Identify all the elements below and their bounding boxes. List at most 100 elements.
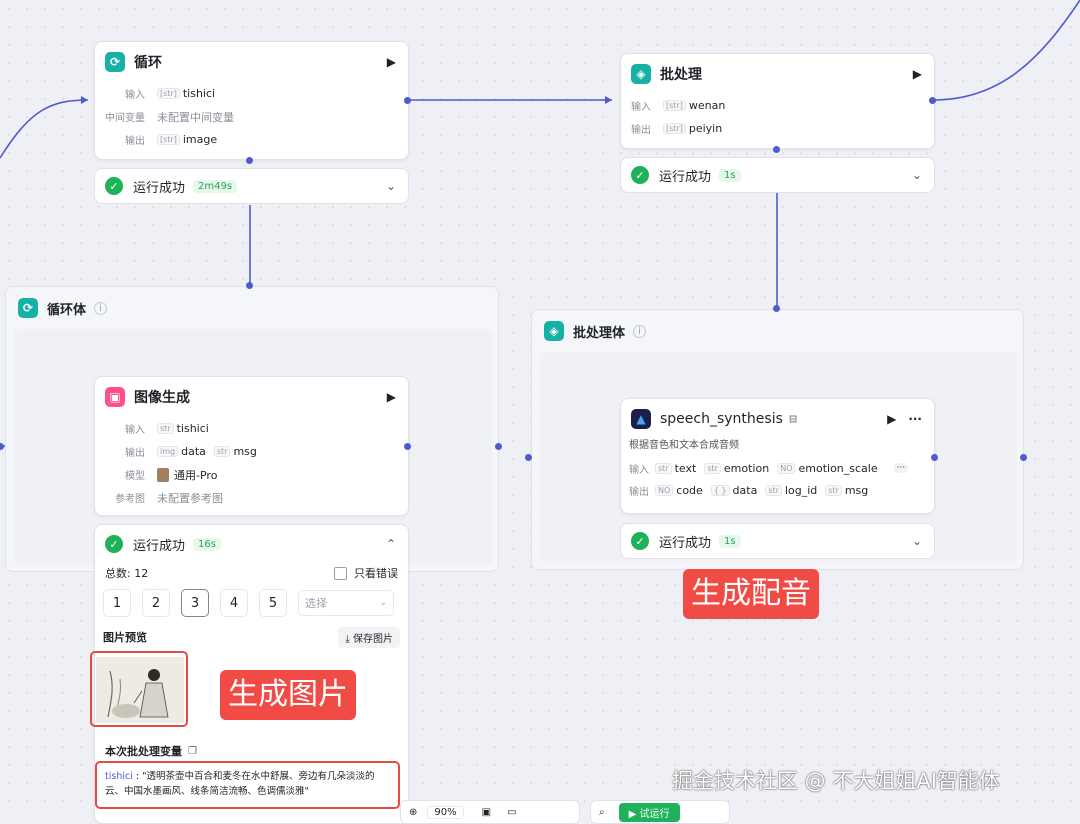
loop-mid-value: 未配置中间变量 <box>157 110 234 124</box>
type-tag: str <box>704 462 721 474</box>
image-gen-output-data: data <box>181 445 206 458</box>
port-dot[interactable] <box>495 443 502 450</box>
loop-body-title: 循环体 <box>47 302 87 318</box>
info-icon[interactable]: i <box>633 324 647 338</box>
success-check-icon: ✓ <box>105 177 123 195</box>
page-select[interactable]: 选择 ⌄ <box>298 590 394 616</box>
play-icon[interactable]: ▶ <box>887 412 896 426</box>
speech-output-data: data <box>732 483 758 497</box>
port-dot[interactable] <box>525 454 532 461</box>
batch-duration-badge: 1s <box>719 168 741 182</box>
image-gen-model-value: 通用-Pro <box>174 468 218 482</box>
speech-synthesis-node[interactable]: ▲ speech_synthesis ⊟ ▶ ··· 根据音色和文本合成音频 输… <box>620 398 935 514</box>
speech-output-label: 输出 <box>629 486 649 498</box>
page-button-2[interactable]: 2 <box>142 589 170 617</box>
speech-status-bar[interactable]: ✓ 运行成功 1s ⌄ <box>620 523 935 559</box>
chevron-down-icon: ⌄ <box>379 598 387 608</box>
loop-title: 循环 <box>134 55 162 71</box>
image-gen-status-text: 运行成功 <box>133 538 186 554</box>
success-check-icon: ✓ <box>631 532 649 550</box>
image-gen-model-label: 模型 <box>125 471 145 482</box>
type-tag: str <box>213 446 231 457</box>
test-run-button[interactable]: ▶ 试运行 <box>618 802 680 822</box>
speech-input-emotion: emotion <box>723 461 770 475</box>
page-button-5[interactable]: 5 <box>259 589 287 617</box>
page-button-3[interactable]: 3 <box>181 589 209 617</box>
loop-node[interactable]: ⟳ 循环 ▶ 输入 [str] tishici 中间变量 未配置中间变量 输出 [… <box>94 41 409 160</box>
batch-var-colon: : <box>132 771 143 782</box>
model-avatar-icon <box>157 467 169 482</box>
batch-input-var: wenan <box>688 99 726 112</box>
type-tag: str <box>655 462 672 474</box>
page-button-1[interactable]: 1 <box>103 589 131 617</box>
play-icon[interactable]: ▶ <box>913 67 922 81</box>
batch-status-text: 运行成功 <box>659 169 712 185</box>
port-dot[interactable] <box>773 146 780 153</box>
type-tag: str <box>825 484 842 496</box>
type-tag: str <box>765 484 782 496</box>
speech-desc: 根据音色和文本合成音频 <box>629 440 739 451</box>
port-dot[interactable] <box>929 97 936 104</box>
type-tag: img <box>157 446 179 457</box>
more-options-icon[interactable]: ··· <box>908 412 922 426</box>
batch-status-bar[interactable]: ✓ 运行成功 1s ⌄ <box>620 157 935 193</box>
success-check-icon: ✓ <box>105 535 123 553</box>
batch-node[interactable]: ◈ 批处理 ▶ 输入 [str] wenan 输出 [str] peiyin <box>620 53 935 149</box>
total-count: 总数: 12 <box>105 567 149 580</box>
batch-output-var: peiyin <box>688 122 723 135</box>
save-image-label: 保存图片 <box>353 633 393 645</box>
more-inputs-badge[interactable]: ··· <box>893 463 909 473</box>
page-button-4[interactable]: 4 <box>220 589 248 617</box>
play-icon[interactable]: ▶ <box>387 390 396 404</box>
speech-output-code: code <box>676 483 703 497</box>
layers-icon: ◈ <box>544 321 564 341</box>
bottom-toolbar: ⊕ 90% ▣ ▭ <box>400 800 580 824</box>
pagination: 1 2 3 4 5 选择 ⌄ <box>95 583 408 623</box>
speech-title: speech_synthesis <box>660 411 783 427</box>
chevron-down-icon[interactable]: ⌄ <box>912 168 922 182</box>
speech-output-log-id: log_id <box>784 483 818 497</box>
loop-mid-label: 中间变量 <box>105 113 145 124</box>
image-gen-input-label: 输入 <box>125 425 145 436</box>
batch-var-box: tishici : "透明茶壶中百合和麦冬在水中舒展、旁边有几朵淡淡的云、中国水… <box>95 761 400 809</box>
info-icon[interactable]: i <box>94 301 108 315</box>
port-dot[interactable] <box>404 443 411 450</box>
page-select-placeholder: 选择 <box>305 597 327 610</box>
type-tag: [str] <box>157 134 180 145</box>
overlay-gen-image: 生成图片 <box>220 670 356 720</box>
overlay-gen-audio: 生成配音 <box>683 569 819 619</box>
only-errors-checkbox[interactable] <box>334 566 347 580</box>
port-dot[interactable] <box>1020 454 1027 461</box>
only-errors-label: 只看错误 <box>354 567 398 580</box>
image-icon: ▣ <box>105 387 125 407</box>
image-gen-output-msg: msg <box>233 445 257 458</box>
port-dot[interactable] <box>246 157 253 164</box>
zoom-level[interactable]: 90% <box>427 805 464 819</box>
port-dot[interactable] <box>246 282 253 289</box>
play-icon: ▶ <box>628 808 637 820</box>
batch-body-title: 批处理体 <box>573 325 626 341</box>
image-preview-frame[interactable] <box>90 651 188 727</box>
chevron-down-icon[interactable]: ⌄ <box>912 534 922 548</box>
image-gen-node[interactable]: ▣ 图像生成 ▶ 输入 str tishici 输出 img data str msg… <box>94 376 409 516</box>
type-tag: { } <box>710 484 730 496</box>
batch-title: 批处理 <box>660 67 702 83</box>
play-icon[interactable]: ▶ <box>387 55 396 69</box>
loop-input-label: 输入 <box>125 90 145 101</box>
save-image-button[interactable]: ⤓ 保存图片 <box>338 626 400 648</box>
loop-output-var: image <box>182 133 218 146</box>
loop-status-bar[interactable]: ✓ 运行成功 2m49s ⌄ <box>94 168 409 204</box>
chevron-down-icon[interactable]: ⌄ <box>386 179 396 193</box>
watermark: 掘金技术社区 @ 不大姐姐AI智能体 <box>672 769 1000 793</box>
port-dot[interactable] <box>404 97 411 104</box>
port-dot[interactable] <box>931 454 938 461</box>
download-icon: ⤓ <box>345 633 350 645</box>
speech-input-emotion-scale: emotion_scale <box>798 461 878 475</box>
port-dot[interactable] <box>773 305 780 312</box>
image-gen-title: 图像生成 <box>134 390 190 406</box>
copy-icon[interactable]: ❐ <box>188 746 197 757</box>
type-tag: str <box>157 423 174 434</box>
type-tag: NO <box>655 484 674 496</box>
chevron-up-icon[interactable]: ⌃ <box>386 537 396 551</box>
plugin-tag-icon: ⊟ <box>788 413 798 425</box>
